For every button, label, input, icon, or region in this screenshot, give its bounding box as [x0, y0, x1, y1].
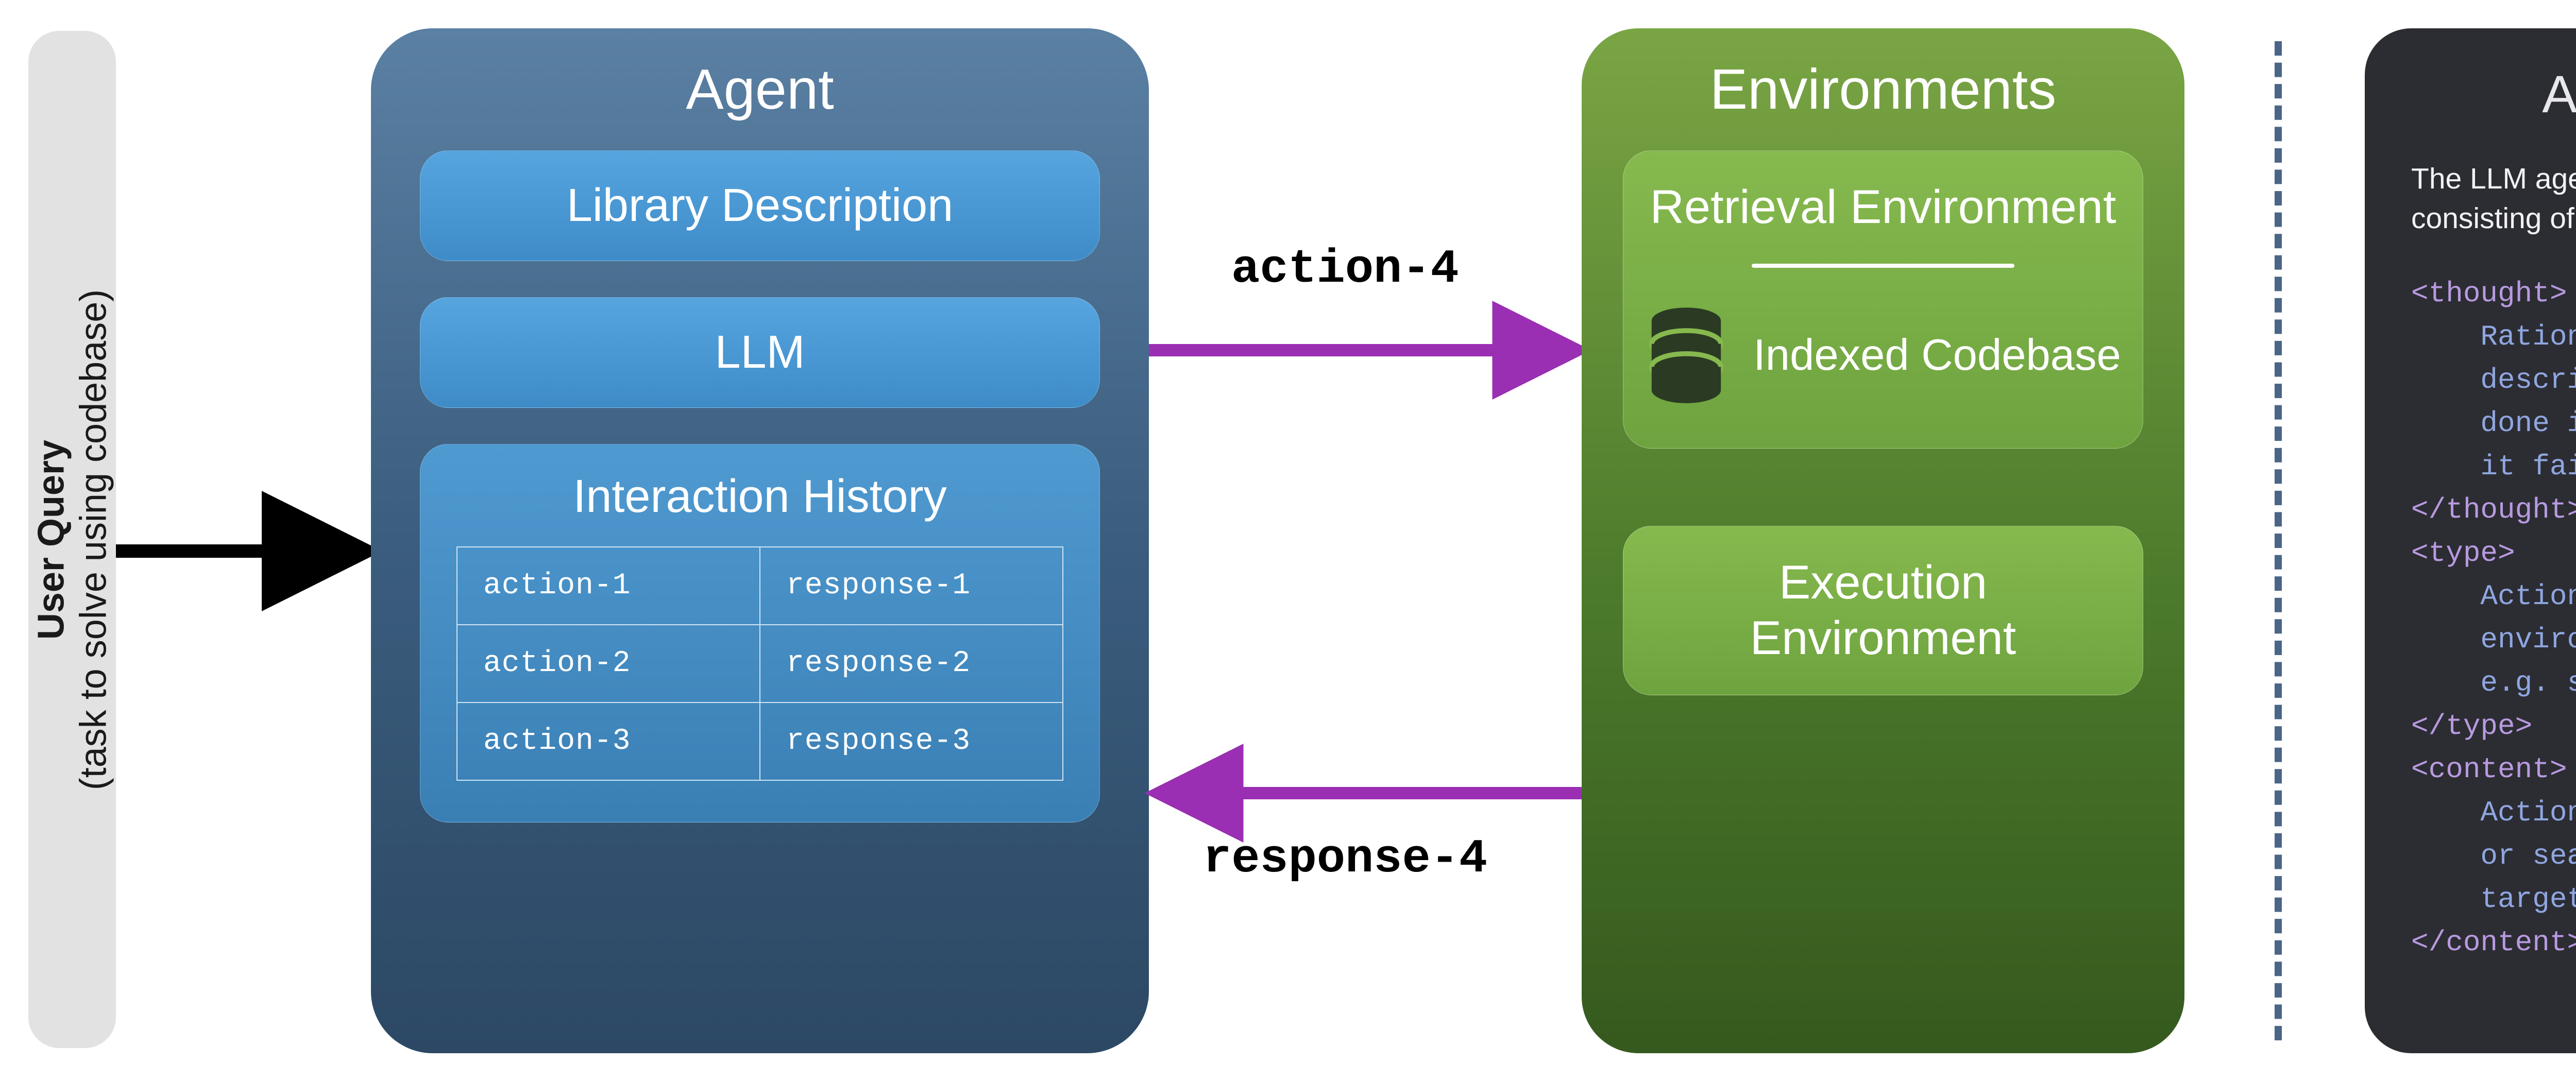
library-description-block: Library Description — [420, 150, 1100, 261]
arrow-response — [1149, 762, 1587, 824]
interaction-history-title: Interaction History — [456, 470, 1063, 523]
execution-environment-block: Execution Environment — [1623, 526, 2143, 695]
agent-title: Agent — [420, 57, 1100, 122]
anatomy-intro: The LLM agent produces YAML formatted ac… — [2411, 159, 2576, 238]
database-icon — [1645, 304, 1727, 407]
anatomy-title: Anatomy of action — [2411, 64, 2576, 128]
response-arrow-label: response-4 — [1203, 832, 1487, 886]
user-query-text: User Query (task to solve using codebase… — [30, 289, 114, 790]
anatomy-code: <thought> Rationale behind the action in… — [2411, 272, 2576, 964]
history-action: action-2 — [457, 625, 759, 702]
action-arrow-label: action-4 — [1231, 242, 1459, 296]
arrow-action — [1149, 319, 1587, 381]
history-response: response-2 — [759, 625, 1062, 702]
divider-line — [1752, 264, 2014, 268]
anatomy-panel: Anatomy of action The LLM agent produces… — [2365, 28, 2576, 1053]
indexed-codebase-label: Indexed Codebase — [1753, 330, 2121, 381]
history-action: action-3 — [457, 703, 759, 780]
history-response: response-1 — [759, 547, 1062, 624]
indexed-codebase-text: Indexed Codebase — [1753, 331, 2121, 380]
history-action: action-1 — [457, 547, 759, 624]
table-row: action-2 response-2 — [457, 624, 1062, 702]
table-row: action-3 response-3 — [457, 702, 1062, 780]
history-response: response-3 — [759, 703, 1062, 780]
interaction-history-block: Interaction History action-1 response-1 … — [420, 444, 1100, 822]
user-query-subtitle: (task to solve using codebase) — [72, 289, 114, 790]
agent-panel: Agent Library Description LLM Interactio… — [371, 28, 1149, 1053]
arrow-query-to-agent — [116, 520, 374, 582]
environments-title: Environments — [1623, 57, 2143, 122]
user-query-pill: User Query (task to solve using codebase… — [28, 31, 116, 1048]
table-row: action-1 response-1 — [457, 547, 1062, 624]
llm-block: LLM — [420, 297, 1100, 408]
retrieval-label: Retrieval Environment — [1644, 179, 2122, 235]
anatomy-title-prefix: Anatomy of — [2542, 65, 2576, 124]
user-query-title: User Query — [30, 289, 72, 790]
history-table: action-1 response-1 action-2 response-2 … — [456, 546, 1063, 781]
vertical-divider — [2275, 41, 2282, 1040]
retrieval-environment-block: Retrieval Environment Indexed Codebase — [1623, 150, 2143, 449]
execution-label: Execution Environment — [1644, 555, 2122, 666]
environments-panel: Environments Retrieval Environment Index… — [1582, 28, 2184, 1053]
indexed-codebase-row: Indexed Codebase — [1644, 304, 2122, 407]
